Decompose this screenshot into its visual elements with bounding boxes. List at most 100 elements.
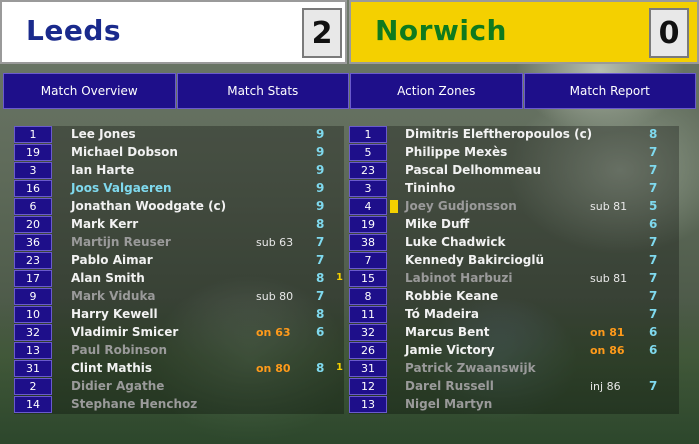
tab-match-stats[interactable]: Match Stats: [176, 73, 349, 109]
player-row[interactable]: 6 Jonathan Woodgate (c) 9: [14, 198, 344, 216]
player-rating: 7: [316, 289, 325, 303]
player-row[interactable]: 23 Pascal Delhommeau 7: [349, 162, 679, 180]
substitution-info: inj 86: [590, 380, 621, 393]
squad-number: 23: [349, 162, 387, 179]
player-name: Mark Kerr: [71, 217, 139, 231]
player-name: Paul Robinson: [71, 343, 168, 357]
squad-number: 3: [349, 180, 387, 197]
player-rating: 8: [649, 127, 658, 141]
player-name: Didier Agathe: [71, 379, 165, 393]
player-rating: 9: [316, 127, 325, 141]
player-name: Tó Madeira: [405, 307, 479, 321]
player-rating: 8: [316, 307, 325, 321]
player-row[interactable]: 19 Michael Dobson 9: [14, 144, 344, 162]
away-team-panel: Norwich 0: [349, 0, 699, 64]
tab-match-overview[interactable]: Match Overview: [3, 73, 176, 109]
player-row[interactable]: 3 Tininho 7: [349, 180, 679, 198]
player-name: Lee Jones: [71, 127, 136, 141]
home-score: 2: [302, 8, 342, 58]
player-rating: 8: [316, 361, 325, 375]
substitution-info: on 81: [590, 326, 625, 339]
player-name: Jonathan Woodgate (c): [71, 199, 227, 213]
substitution-info: on 86: [590, 344, 625, 357]
player-row[interactable]: 16 Joos Valgaeren 9: [14, 180, 344, 198]
player-rating: 6: [649, 343, 658, 357]
player-row[interactable]: 10 Harry Kewell 8: [14, 306, 344, 324]
squad-number: 1: [14, 126, 52, 143]
player-rating: 6: [649, 325, 658, 339]
player-rating: 6: [316, 325, 325, 339]
substitution-info: sub 81: [590, 272, 628, 285]
squad-number: 8: [349, 288, 387, 305]
squad-number: 36: [14, 234, 52, 251]
player-row[interactable]: 8 Robbie Keane 7: [349, 288, 679, 306]
squad-number: 7: [349, 252, 387, 269]
player-row[interactable]: 7 Kennedy Bakircioglü 7: [349, 252, 679, 270]
player-rating: 9: [316, 163, 325, 177]
squad-number: 6: [14, 198, 52, 215]
player-name: Joey Gudjonsson: [405, 199, 517, 213]
squad-number: 14: [14, 396, 52, 413]
player-row[interactable]: 36 Martijn Reuser sub 63 7: [14, 234, 344, 252]
squad-number: 9: [14, 288, 52, 305]
player-rating: 8: [316, 217, 325, 231]
squad-number: 5: [349, 144, 387, 161]
player-name: Vladimir Smicer: [71, 325, 179, 339]
player-row[interactable]: 1 Dimitris Eleftheropoulos (c) 8: [349, 126, 679, 144]
player-name: Mike Duff: [405, 217, 470, 231]
player-row[interactable]: 3 Ian Harte 9: [14, 162, 344, 180]
player-name: Alan Smith: [71, 271, 145, 285]
player-row[interactable]: 4 Joey Gudjonsson sub 81 5: [349, 198, 679, 216]
tab-match-report[interactable]: Match Report: [523, 73, 696, 109]
tab-action-zones[interactable]: Action Zones: [350, 73, 523, 109]
player-row[interactable]: 12 Darel Russell inj 86 7: [349, 378, 679, 396]
player-row[interactable]: 1 Lee Jones 9: [14, 126, 344, 144]
player-rating: 9: [316, 181, 325, 195]
player-row[interactable]: 32 Vladimir Smicer on 63 6: [14, 324, 344, 342]
player-name: Labinot Harbuzi: [405, 271, 513, 285]
player-rating: 7: [649, 253, 658, 267]
player-name: Clint Mathis: [71, 361, 153, 375]
player-row[interactable]: 38 Luke Chadwick 7: [349, 234, 679, 252]
player-name: Mark Viduka: [71, 289, 156, 303]
player-row[interactable]: 32 Marcus Bent on 81 6: [349, 324, 679, 342]
player-row[interactable]: 13 Paul Robinson: [14, 342, 344, 360]
player-row[interactable]: 17 Alan Smith 8 1: [14, 270, 344, 288]
player-name: Martijn Reuser: [71, 235, 171, 249]
squad-number: 31: [349, 360, 387, 377]
player-rating: 7: [649, 145, 658, 159]
substitution-info: sub 80: [256, 290, 294, 303]
player-rating: 7: [649, 307, 658, 321]
player-name: Pascal Delhommeau: [405, 163, 542, 177]
player-row[interactable]: 14 Stephane Henchoz: [14, 396, 344, 414]
player-row[interactable]: 5 Philippe Mexès 7: [349, 144, 679, 162]
player-rating: 7: [316, 253, 325, 267]
away-lineup: 1 Dimitris Eleftheropoulos (c) 8 5 Philippe …: [349, 126, 679, 414]
player-row[interactable]: 13 Nigel Martyn: [349, 396, 679, 414]
player-name: Philippe Mexès: [405, 145, 508, 159]
player-row[interactable]: 19 Mike Duff 6: [349, 216, 679, 234]
squad-number: 4: [349, 198, 387, 215]
player-rating: 7: [649, 181, 658, 195]
player-name: Tininho: [405, 181, 456, 195]
substitution-info: sub 81: [590, 200, 628, 213]
player-name: Stephane Henchoz: [71, 397, 198, 411]
squad-number: 16: [14, 180, 52, 197]
player-row[interactable]: 31 Clint Mathis on 80 8 1: [14, 360, 344, 378]
squad-number: 3: [14, 162, 52, 179]
player-row[interactable]: 31 Patrick Zwaanswijk: [349, 360, 679, 378]
player-name: Luke Chadwick: [405, 235, 506, 249]
goals-scored: 1: [336, 272, 343, 283]
player-row[interactable]: 20 Mark Kerr 8: [14, 216, 344, 234]
player-row[interactable]: 2 Didier Agathe: [14, 378, 344, 396]
squad-number: 10: [14, 306, 52, 323]
player-row[interactable]: 9 Mark Viduka sub 80 7: [14, 288, 344, 306]
home-team-name: Leeds: [26, 14, 122, 47]
squad-number: 38: [349, 234, 387, 251]
player-rating: 7: [649, 271, 658, 285]
player-row[interactable]: 26 Jamie Victory on 86 6: [349, 342, 679, 360]
player-row[interactable]: 23 Pablo Aimar 7: [14, 252, 344, 270]
squad-number: 1: [349, 126, 387, 143]
player-row[interactable]: 15 Labinot Harbuzi sub 81 7: [349, 270, 679, 288]
player-row[interactable]: 11 Tó Madeira 7: [349, 306, 679, 324]
